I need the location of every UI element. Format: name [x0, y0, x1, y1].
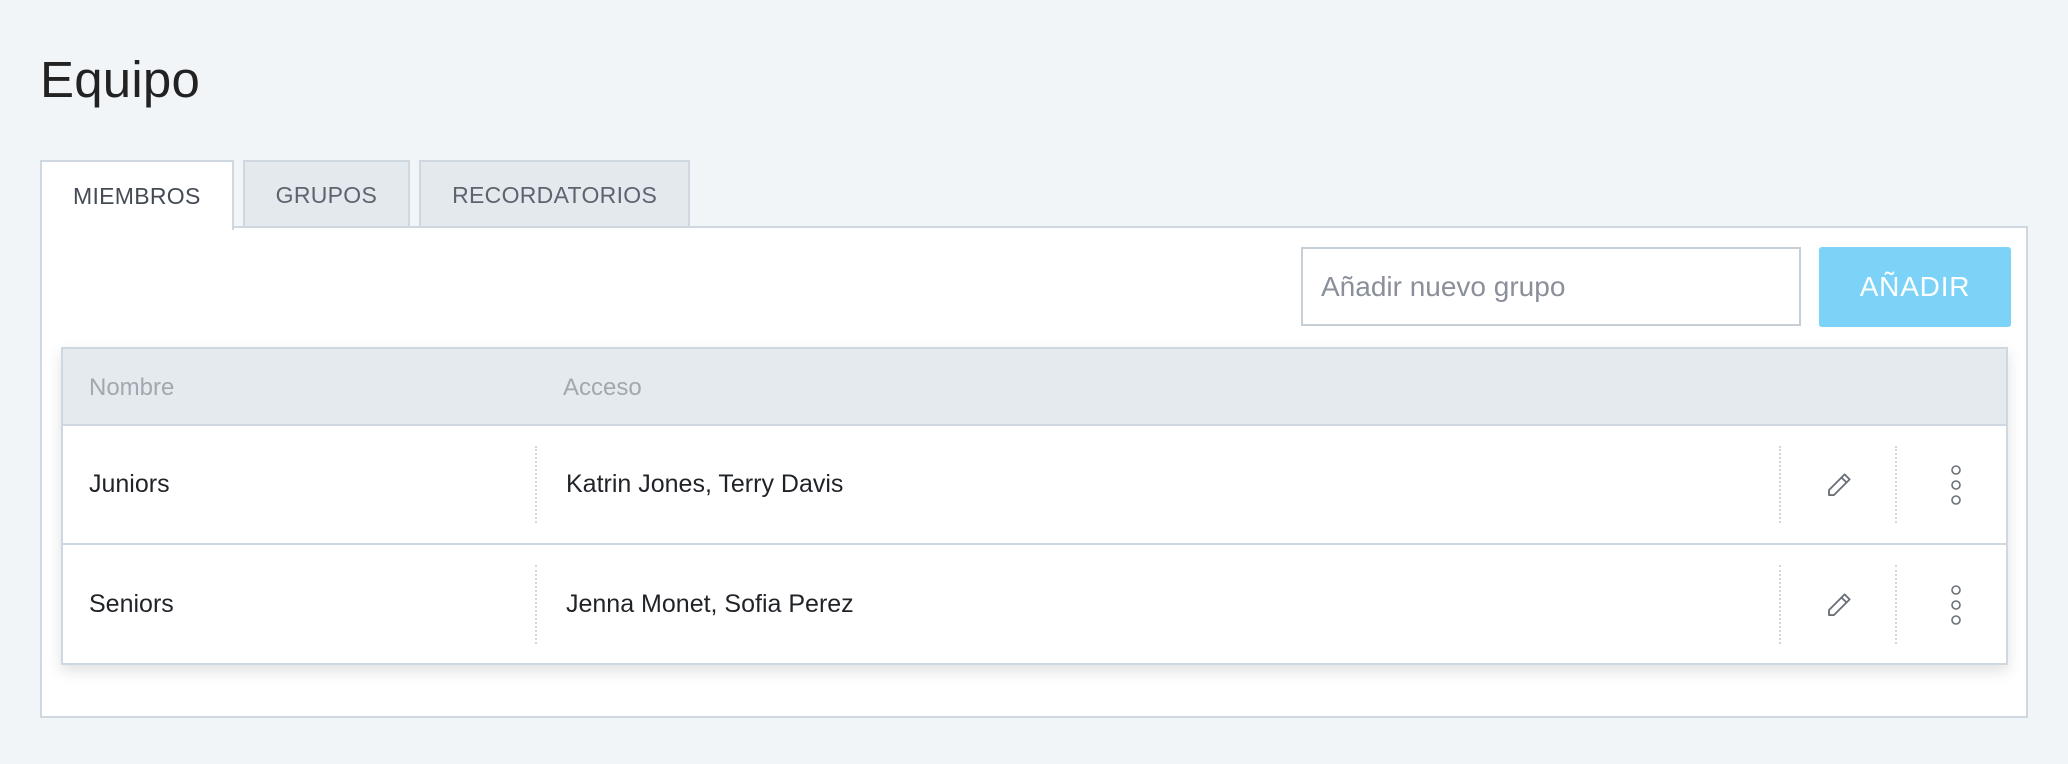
- group-name: Juniors: [89, 470, 170, 498]
- more-vertical-icon: [1951, 464, 1961, 505]
- column-divider: [535, 565, 537, 644]
- page-title: Equipo: [40, 51, 201, 108]
- column-divider: [1779, 565, 1781, 644]
- more-options-button[interactable]: [1926, 545, 1986, 664]
- column-divider: [1895, 446, 1897, 523]
- column-divider: [1779, 446, 1781, 523]
- tab-recordatorios[interactable]: RECORDATORIOS: [419, 160, 691, 228]
- groups-table: Nombre Acceso Juniors Katrin Jones, Terr…: [61, 347, 2008, 665]
- table-header: Nombre Acceso: [63, 349, 2006, 426]
- tab-miembros[interactable]: MIEMBROS: [40, 160, 234, 230]
- tab-bar: MIEMBROS GRUPOS RECORDATORIOS: [40, 160, 691, 230]
- edit-button[interactable]: [1809, 545, 1869, 664]
- pencil-icon: [1828, 592, 1851, 616]
- group-access: Katrin Jones, Terry Davis: [566, 470, 844, 498]
- edit-button[interactable]: [1809, 426, 1869, 543]
- tab-panel: AÑADIR Nombre Acceso Juniors Katrin Jone…: [40, 226, 2028, 718]
- page: Equipo MIEMBROS GRUPOS RECORDATORIOS AÑA…: [0, 0, 2068, 764]
- more-vertical-icon: [1951, 584, 1961, 625]
- table-row: Seniors Jenna Monet, Sofia Perez: [63, 545, 2006, 664]
- more-options-button[interactable]: [1926, 426, 1986, 543]
- group-access: Jenna Monet, Sofia Perez: [566, 590, 854, 618]
- column-header-access: Acceso: [563, 373, 642, 401]
- column-header-name: Nombre: [89, 373, 175, 401]
- new-group-input[interactable]: [1301, 247, 1801, 326]
- group-name: Seniors: [89, 590, 174, 618]
- column-divider: [1895, 565, 1897, 644]
- tab-grupos[interactable]: GRUPOS: [242, 160, 411, 228]
- add-button[interactable]: AÑADIR: [1819, 247, 2011, 327]
- pencil-icon: [1828, 472, 1851, 496]
- column-divider: [535, 446, 537, 523]
- table-row: Juniors Katrin Jones, Terry Davis: [63, 426, 2006, 545]
